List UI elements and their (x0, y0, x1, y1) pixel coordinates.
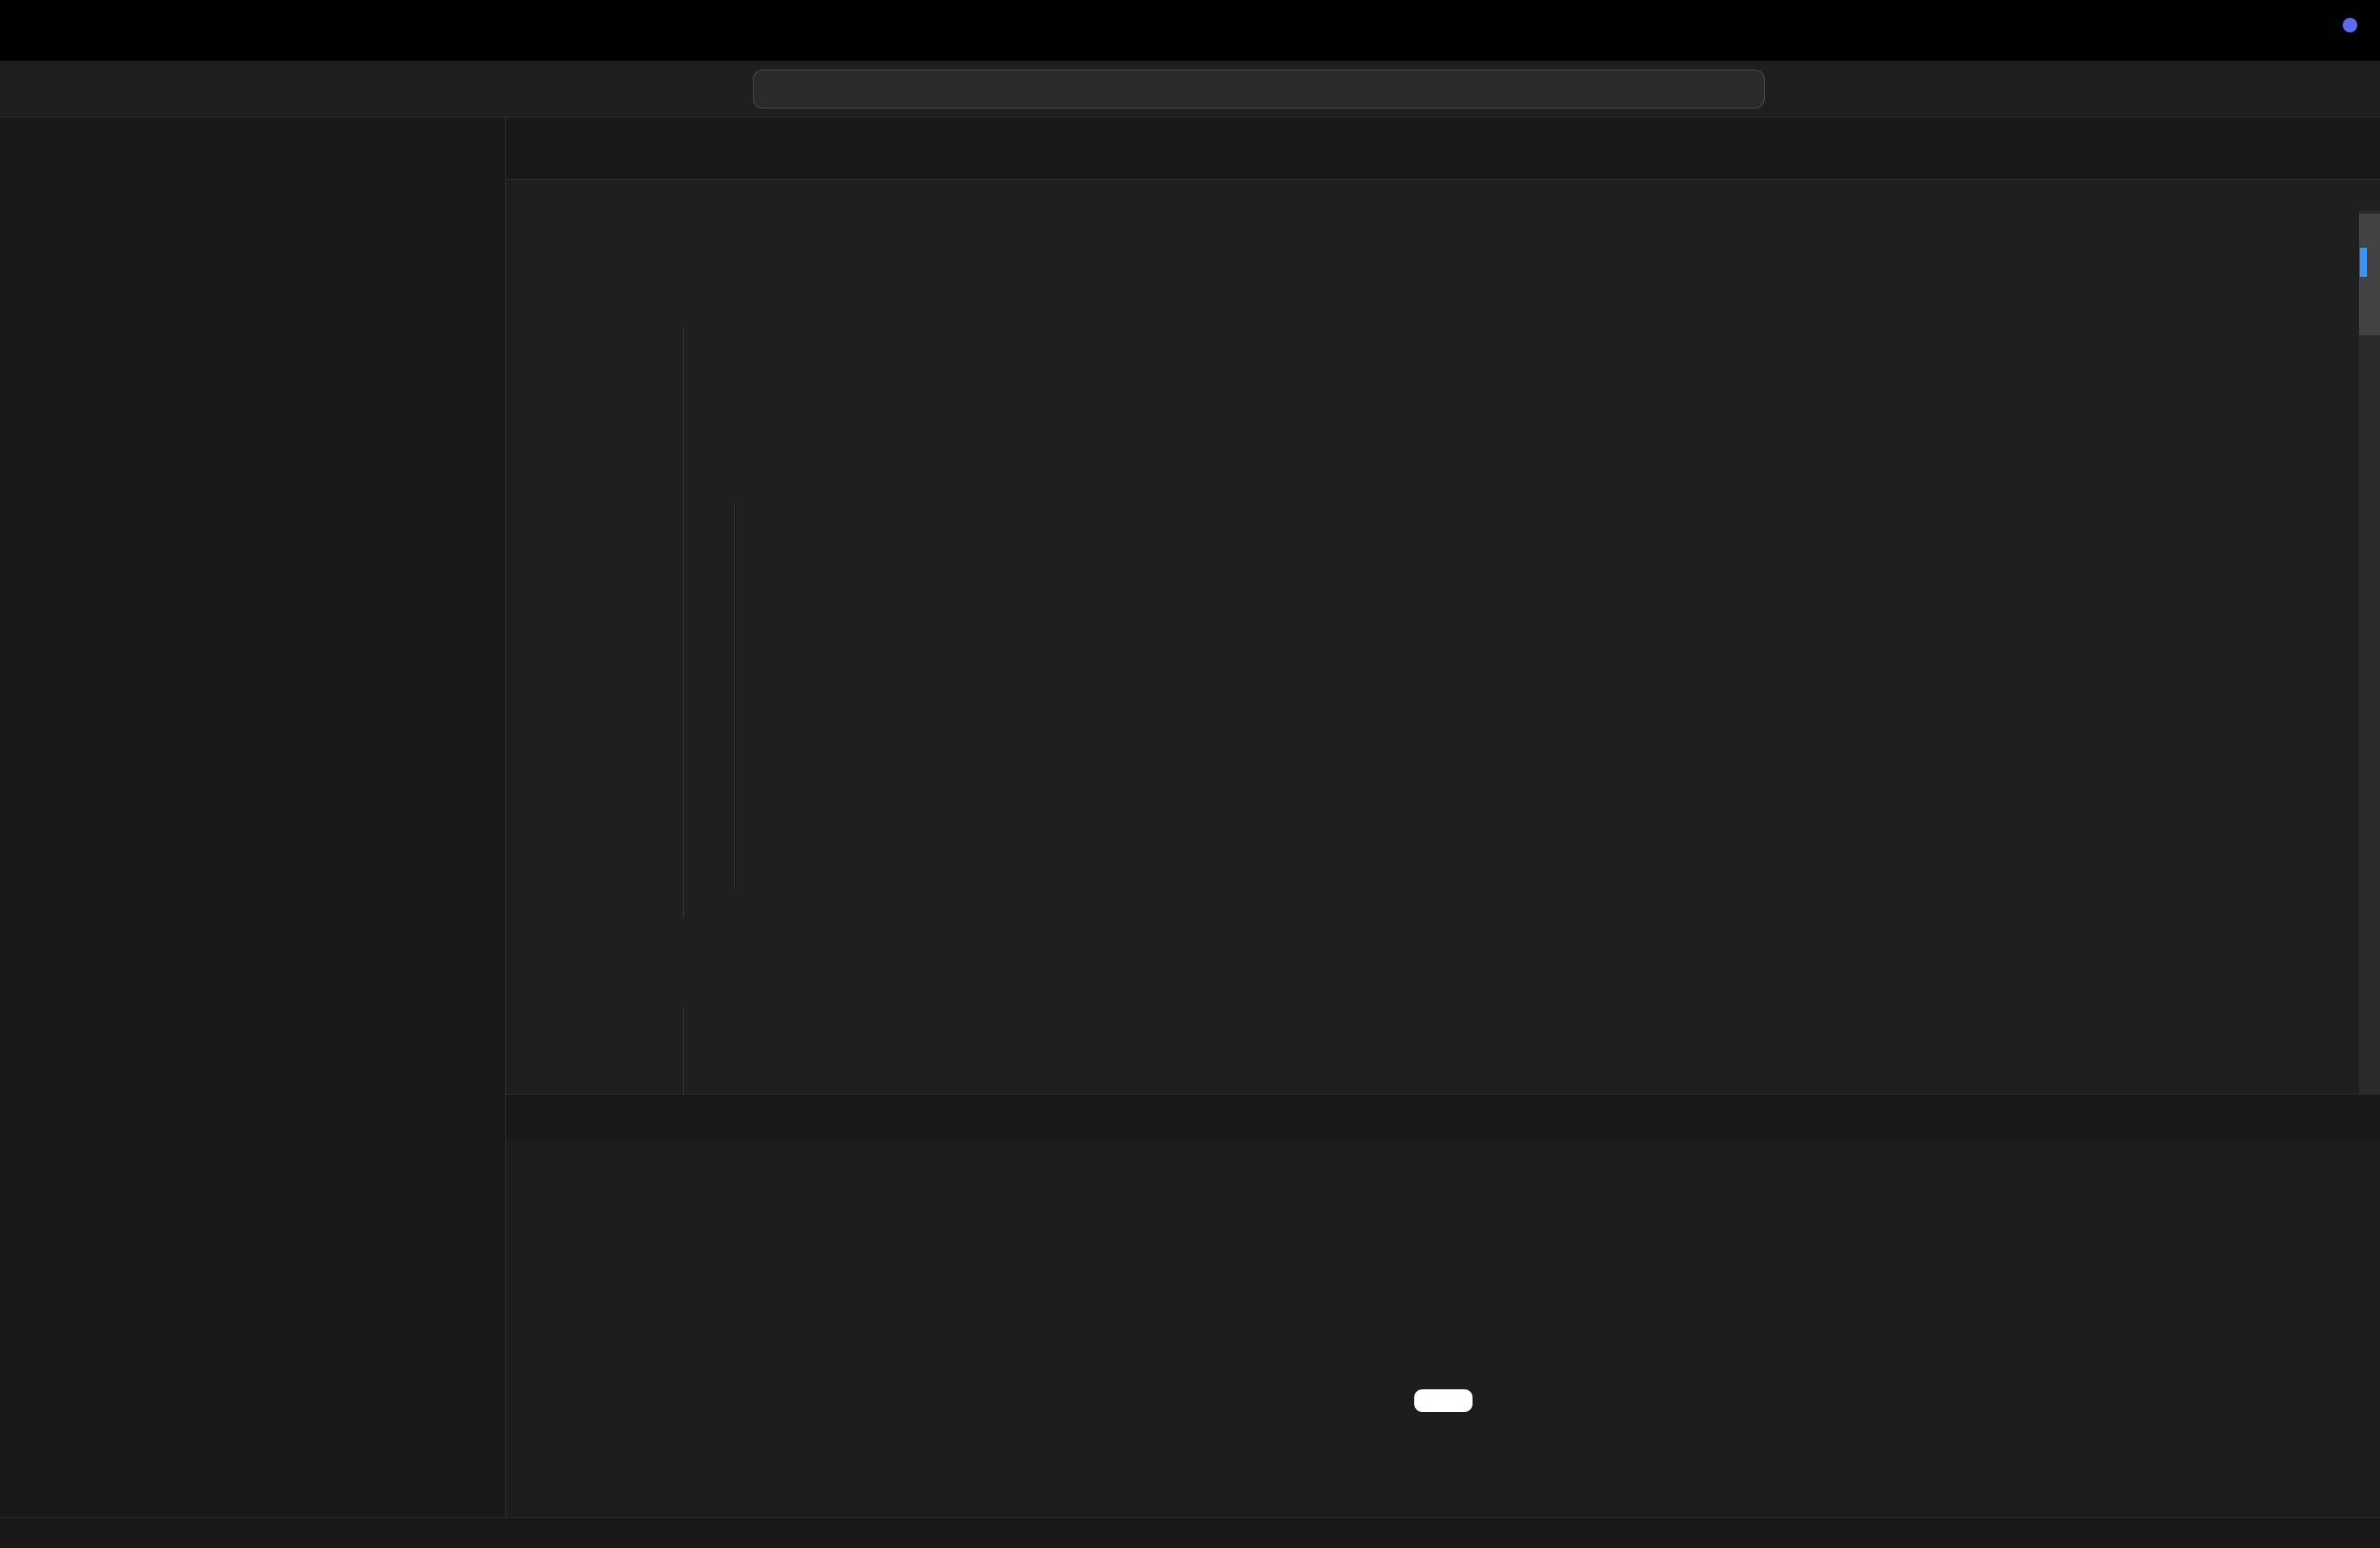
forward-button[interactable] (693, 74, 725, 106)
editor-group (506, 117, 2380, 1517)
arrow-right-icon (695, 75, 723, 103)
indent-guide (683, 326, 684, 918)
share-button[interactable] (1789, 74, 1836, 101)
menu-bar-strip (0, 0, 2380, 61)
panel-right-icon (2329, 75, 2357, 103)
notification-dot (2343, 18, 2357, 32)
vscode-window (0, 0, 2380, 1548)
layout-controls (2161, 74, 2359, 106)
explorer-more-button[interactable] (458, 130, 482, 156)
tab-bar (506, 117, 2380, 180)
back-button[interactable] (648, 74, 680, 106)
git-compare-icon (1396, 1245, 1491, 1341)
breadcrumb[interactable] (506, 180, 2380, 211)
chevron-down-icon (88, 174, 111, 197)
title-bar (0, 61, 2380, 117)
customize-layout-button[interactable] (2161, 74, 2194, 106)
explorer-sidebar (77, 117, 506, 1517)
arrow-left-icon (650, 75, 678, 103)
toggle-panel-button[interactable] (2272, 74, 2304, 106)
search-icon (1244, 79, 1265, 100)
panel-left-icon (2219, 75, 2246, 103)
share-icon (1789, 74, 1817, 101)
status-bar (0, 1517, 2380, 1548)
editor-actions (2359, 117, 2380, 179)
layout-icon (2164, 75, 2191, 103)
workspace-root-row[interactable] (77, 168, 505, 203)
toggle-secondary-sidebar-button[interactable] (2327, 74, 2359, 106)
panel-bottom-icon (2274, 75, 2301, 103)
code-editor[interactable] (506, 211, 2380, 1094)
indent-guide (734, 504, 735, 888)
bottom-panel (506, 1094, 2380, 1517)
indent-guide (683, 1006, 684, 1094)
scrollbar-change-marker (2360, 248, 2367, 277)
compare-button[interactable] (1414, 1389, 1473, 1412)
codelens[interactable] (506, 211, 2380, 238)
activity-bar (0, 117, 77, 1517)
toggle-sidebar-button[interactable] (2216, 74, 2249, 106)
chevron-down-icon (1820, 79, 1836, 96)
ellipsis-icon (458, 130, 482, 154)
editor-scrollbar[interactable] (2359, 211, 2380, 1094)
command-center-search[interactable] (753, 70, 1765, 108)
file-tree (77, 203, 505, 1517)
compare-panel (506, 1139, 2380, 1517)
